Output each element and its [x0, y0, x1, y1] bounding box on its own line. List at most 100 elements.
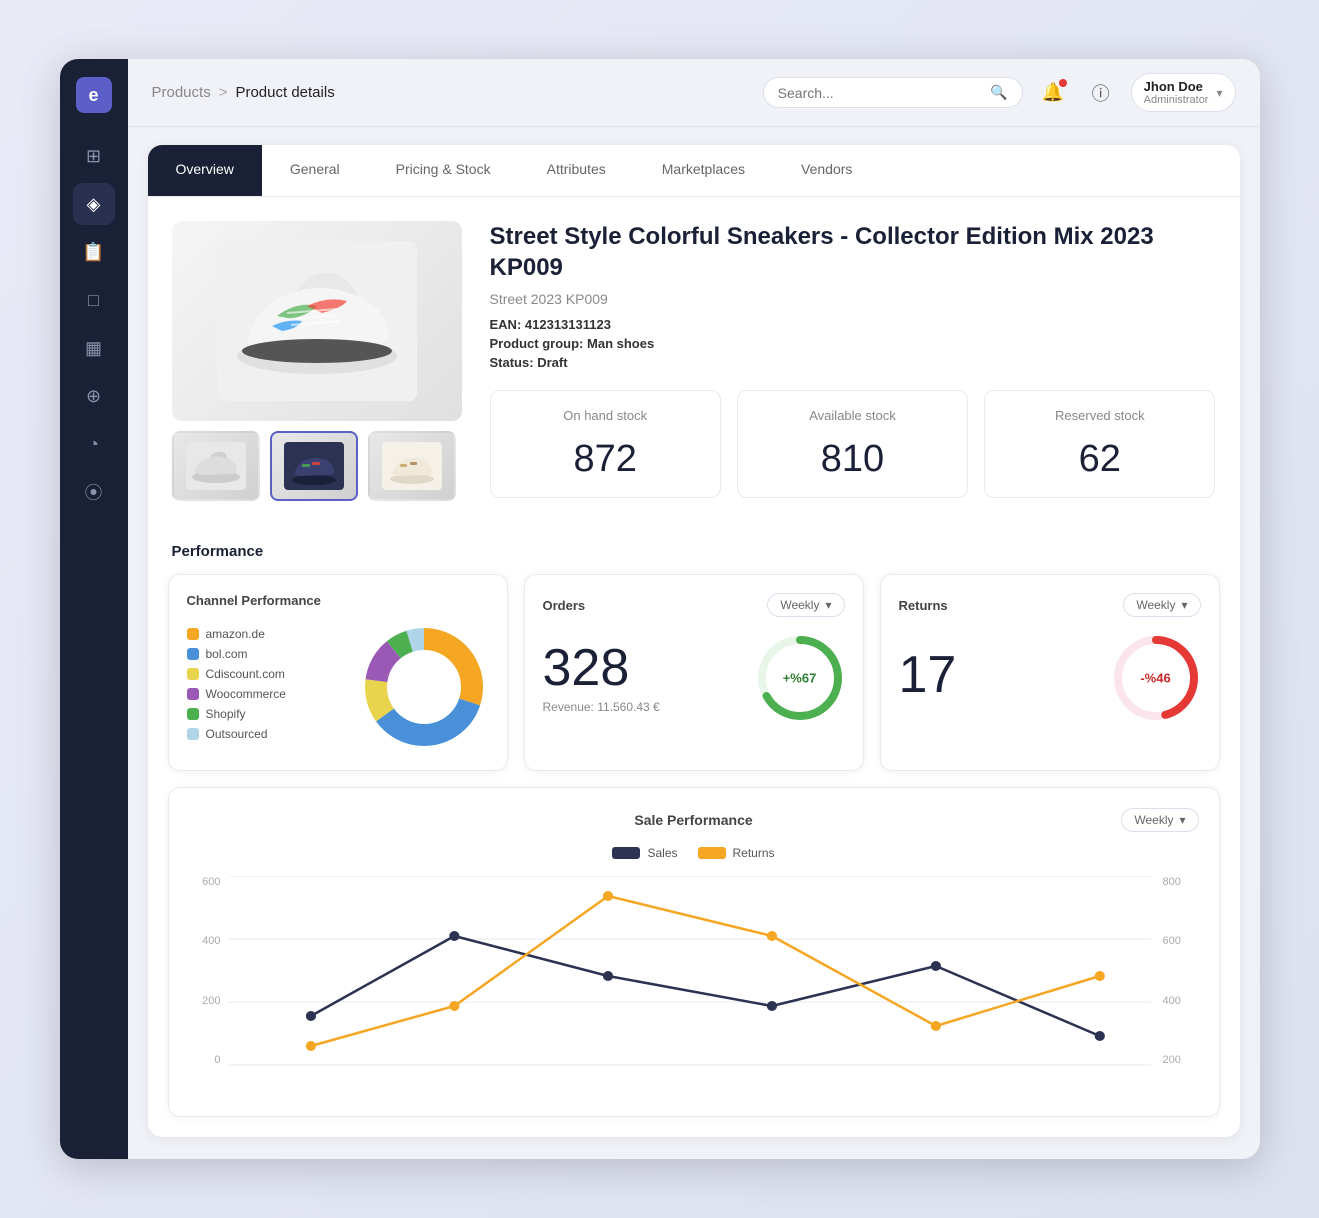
orders-value: 328 [543, 642, 755, 694]
reserved-stock-value: 62 [1001, 438, 1198, 481]
available-stock-label: Available stock [754, 407, 951, 425]
legend-dot-woocommerce [187, 688, 199, 700]
header-right: 🔍 🔔 ⓘ Jhon Doe Administrator ▾ [763, 73, 1236, 112]
returns-card: Returns Weekly ▾ 17 [880, 574, 1220, 771]
product-images [172, 221, 462, 501]
legend-sales: Sales [612, 846, 677, 860]
tab-overview[interactable]: Overview [148, 145, 262, 196]
user-menu[interactable]: Jhon Doe Administrator ▾ [1131, 73, 1236, 112]
legend-outsourced: Outsourced [187, 727, 343, 741]
search-icon: 🔍 [990, 84, 1007, 101]
sale-performance-header: Sale Performance Weekly ▾ [189, 808, 1199, 832]
legend-rect-returns [698, 847, 726, 859]
header: Products > Product details 🔍 🔔 ⓘ Jhon Do… [128, 59, 1260, 127]
returns-title: Returns [899, 598, 948, 613]
tab-marketplaces[interactable]: Marketplaces [634, 145, 773, 196]
sidebar-icon-clipboard[interactable]: 📋 [73, 231, 115, 273]
y-axis-left: 600 400 200 0 [189, 876, 227, 1066]
legend-returns: Returns [698, 846, 775, 860]
breadcrumb-parent[interactable]: Products [152, 84, 211, 101]
tab-attributes[interactable]: Attributes [519, 145, 634, 196]
returns-period-select[interactable]: Weekly ▾ [1123, 593, 1200, 617]
returns-value: 17 [899, 649, 1111, 701]
tab-general[interactable]: General [262, 145, 368, 196]
tab-bar: Overview General Pricing & Stock Attribu… [148, 145, 1240, 197]
orders-card: Orders Weekly ▾ 328 Revenu [524, 574, 864, 771]
thumbnail-3[interactable] [368, 431, 456, 501]
line-chart: 600 400 200 0 800 600 400 200 [189, 876, 1199, 1096]
orders-change-text: +%67 [783, 671, 817, 686]
legend-rect-sales [612, 847, 640, 859]
user-role: Administrator [1144, 94, 1209, 106]
sidebar-icon-filter[interactable]: ⦿ [73, 471, 115, 513]
breadcrumb-separator: > [219, 84, 228, 101]
product-title: Street Style Colorful Sneakers - Collect… [490, 221, 1216, 283]
product-sku: Street 2023 KP009 [490, 291, 1216, 307]
notifications-button[interactable]: 🔔 [1035, 75, 1071, 111]
thumbnail-row [172, 431, 462, 501]
performance-grid: Channel Performance amazon.de [168, 574, 1220, 771]
sale-performance-legend: Sales Returns [189, 846, 1199, 860]
performance-title: Performance [168, 543, 1220, 560]
product-group: Product group: Man shoes [490, 336, 1216, 351]
sale-performance-title: Sale Performance [634, 812, 752, 828]
legend-woocommerce: Woocommerce [187, 687, 343, 701]
orders-header: Orders Weekly ▾ [543, 593, 845, 617]
product-card: Overview General Pricing & Stock Attribu… [148, 145, 1240, 1137]
returns-content: 17 -%46 [899, 633, 1201, 723]
legend-bol: bol.com [187, 647, 343, 661]
legend-amazon: amazon.de [187, 627, 343, 641]
product-overview: Street Style Colorful Sneakers - Collect… [148, 197, 1240, 525]
sale-performance-period-select[interactable]: Weekly ▾ [1121, 808, 1198, 832]
content-area: Overview General Pricing & Stock Attribu… [128, 127, 1260, 1159]
revenue-label: Revenue: 11.560.43 € [543, 700, 755, 714]
help-button[interactable]: ⓘ [1083, 75, 1119, 111]
tab-pricing-stock[interactable]: Pricing & Stock [368, 145, 519, 196]
reserved-stock-card: Reserved stock 62 [984, 390, 1215, 497]
thumbnail-2[interactable] [270, 431, 358, 501]
on-hand-stock-card: On hand stock 872 [490, 390, 721, 497]
donut-chart [359, 622, 489, 752]
orders-period-select[interactable]: Weekly ▾ [767, 593, 844, 617]
tab-vendors[interactable]: Vendors [773, 145, 880, 196]
legend-shopify: Shopify [187, 707, 343, 721]
orders-content: 328 Revenue: 11.560.43 € [543, 633, 845, 723]
channel-performance-title: Channel Performance [187, 593, 489, 608]
chevron-down-icon: ▾ [825, 598, 831, 612]
search-input[interactable] [778, 85, 983, 101]
chevron-down-icon: ▾ [1179, 813, 1185, 827]
breadcrumb-current: Product details [235, 84, 334, 101]
sidebar: e ⊞ ◈ 📋 □ ▦ ⊕ ◔ ⦿ [60, 59, 128, 1159]
sidebar-icon-package[interactable]: □ [73, 279, 115, 321]
product-status: Status: Draft [490, 355, 1216, 370]
thumbnail-1[interactable] [172, 431, 260, 501]
y-axis-right: 800 600 400 200 [1157, 876, 1199, 1066]
sale-performance-card: Sale Performance Weekly ▾ [168, 787, 1220, 1117]
returns-left: 17 [899, 649, 1111, 707]
reserved-stock-label: Reserved stock [1001, 407, 1198, 425]
search-bar[interactable]: 🔍 [763, 77, 1023, 108]
legend-dot-cdiscount [187, 668, 199, 680]
available-stock-value: 810 [754, 438, 951, 481]
notification-badge [1059, 79, 1067, 87]
returns-circular-progress: -%46 [1111, 633, 1201, 723]
app-logo: e [76, 77, 112, 113]
orders-title: Orders [543, 598, 586, 613]
product-ean: EAN: 412313131123 [490, 317, 1216, 332]
channel-chart-area: amazon.de bol.com Cdiscount.com [187, 622, 489, 752]
sidebar-icon-box[interactable]: ◈ [73, 183, 115, 225]
main-product-image [172, 221, 462, 421]
sidebar-icon-layers[interactable]: ⊕ [73, 375, 115, 417]
sidebar-icon-grid[interactable]: ⊞ [73, 135, 115, 177]
product-info: Street Style Colorful Sneakers - Collect… [490, 221, 1216, 501]
chevron-down-icon: ▾ [1216, 86, 1222, 100]
sidebar-icon-clock[interactable]: ◔ [73, 423, 115, 465]
legend-dot-amazon [187, 628, 199, 640]
available-stock-card: Available stock 810 [737, 390, 968, 497]
channel-legend: amazon.de bol.com Cdiscount.com [187, 627, 343, 747]
on-hand-stock-label: On hand stock [507, 407, 704, 425]
legend-cdiscount: Cdiscount.com [187, 667, 343, 681]
performance-section: Performance Channel Performance amazon.d… [148, 543, 1240, 1137]
sidebar-icon-columns[interactable]: ▦ [73, 327, 115, 369]
returns-change-text: -%46 [1140, 671, 1170, 686]
